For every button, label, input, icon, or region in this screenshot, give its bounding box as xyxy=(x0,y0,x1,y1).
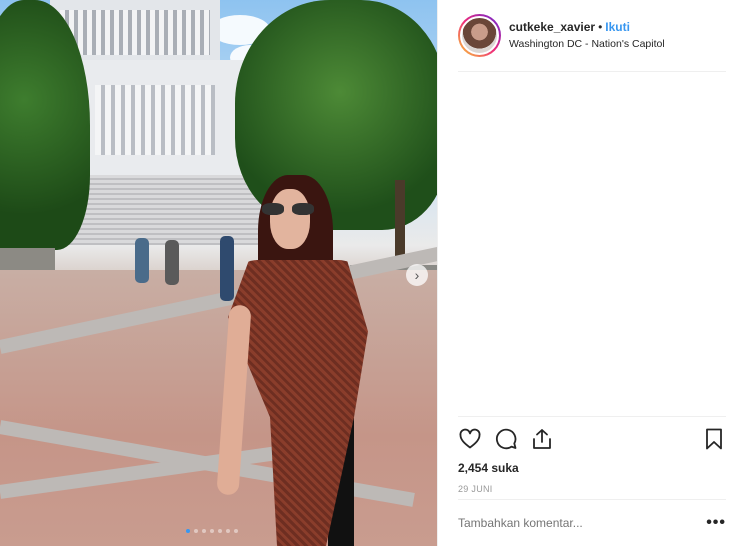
header-text: cutkeke_xavier • Ikuti Washington DC - Nat… xyxy=(509,20,665,50)
post-header: cutkeke_xavier • Ikuti Washington DC - Nat… xyxy=(458,14,726,72)
comment-bar: ••• xyxy=(458,499,726,546)
arm xyxy=(216,304,252,496)
like-count[interactable]: 2,454 suka xyxy=(458,461,726,475)
carousel-dot xyxy=(210,529,214,533)
carousel-dot xyxy=(234,529,238,533)
user-line: cutkeke_xavier • Ikuti xyxy=(509,20,665,34)
carousel-dots xyxy=(186,529,238,533)
follow-button[interactable]: Ikuti xyxy=(605,20,630,34)
username-link[interactable]: cutkeke_xavier xyxy=(509,20,595,34)
face xyxy=(270,189,310,249)
bookmark-icon[interactable] xyxy=(702,427,726,451)
avatar-image xyxy=(460,16,499,55)
background-person xyxy=(165,240,179,285)
post-photo[interactable]: › xyxy=(0,0,437,546)
woman-subject xyxy=(216,175,368,546)
carousel-dot xyxy=(186,529,190,533)
carousel-dot xyxy=(218,529,222,533)
more-options-icon[interactable]: ••• xyxy=(706,514,726,532)
capitol-dome-columns xyxy=(60,10,210,55)
location-link[interactable]: Washington DC - Nation's Capitol xyxy=(509,38,665,50)
comment-input[interactable] xyxy=(458,516,707,530)
sunglasses xyxy=(262,203,318,215)
avatar[interactable] xyxy=(458,14,501,57)
comment-icon[interactable] xyxy=(494,427,518,451)
heart-icon[interactable] xyxy=(458,427,482,451)
chevron-right-icon[interactable]: › xyxy=(406,264,428,286)
capitol-columns xyxy=(95,85,215,155)
carousel-dot xyxy=(226,529,230,533)
background-person xyxy=(135,238,149,283)
actions-area: 2,454 suka 29 JUNI xyxy=(458,416,726,494)
separator: • xyxy=(598,20,603,34)
carousel-dot xyxy=(202,529,206,533)
action-icons xyxy=(458,427,726,451)
post-side-panel: cutkeke_xavier • Ikuti Washington DC - Nat… xyxy=(437,0,745,546)
share-icon[interactable] xyxy=(530,427,554,451)
post-date[interactable]: 29 JUNI xyxy=(458,484,726,494)
carousel-dot xyxy=(194,529,198,533)
